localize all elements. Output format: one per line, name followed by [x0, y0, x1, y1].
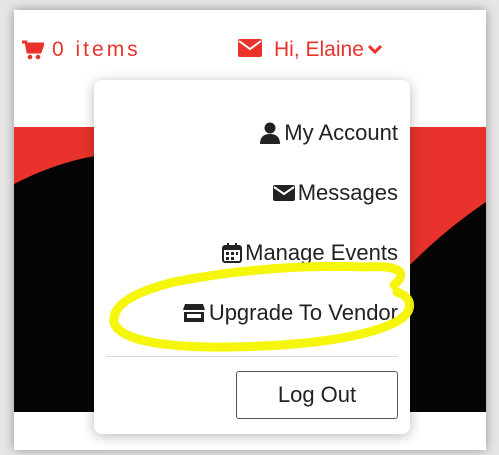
- user-dropdown-menu: My Account Messages Manage Events Upgrad…: [94, 80, 410, 434]
- menu-item-label: Manage Events: [245, 240, 398, 265]
- menu-item-label: Upgrade To Vendor: [208, 300, 398, 325]
- menu-item-messages[interactable]: Messages: [272, 180, 398, 206]
- store-icon: [182, 303, 206, 323]
- cart-icon: [22, 40, 44, 60]
- cart-link[interactable]: 0 items: [22, 38, 141, 62]
- user-icon: [259, 122, 281, 144]
- menu-item-label: My Account: [284, 120, 398, 145]
- logout-button[interactable]: Log Out: [236, 371, 398, 419]
- envelope-icon: [272, 185, 295, 201]
- menu-item-label: Messages: [297, 180, 398, 205]
- cart-count-label: 0 items: [52, 38, 141, 61]
- menu-divider: [106, 356, 398, 357]
- page-frame: 0 items Hi, Elaine My Account Messages M…: [14, 10, 486, 450]
- chevron-down-icon: [367, 41, 382, 59]
- menu-item-upgrade-to-vendor[interactable]: Upgrade To Vendor: [182, 300, 398, 326]
- user-menu-toggle[interactable]: Hi, Elaine: [238, 38, 382, 62]
- menu-item-manage-events[interactable]: Manage Events: [222, 240, 398, 266]
- calendar-icon: [222, 243, 243, 263]
- menu-item-my-account[interactable]: My Account: [259, 120, 398, 146]
- envelope-icon: [238, 38, 262, 62]
- user-greeting: Hi, Elaine: [274, 38, 364, 61]
